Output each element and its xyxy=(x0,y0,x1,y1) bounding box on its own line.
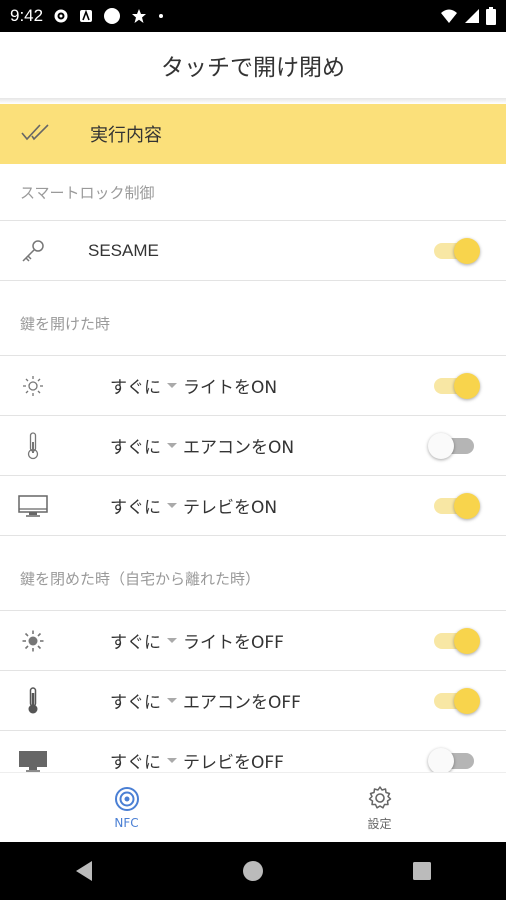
toggle-knob xyxy=(454,687,480,714)
recents-icon[interactable] xyxy=(412,861,432,881)
status-notification-icons xyxy=(53,7,165,25)
bottom-navigation: NFC 設定 xyxy=(0,772,506,843)
device-action-label: テレビをON xyxy=(183,498,278,518)
device-action-label: エアコンをOFF xyxy=(183,693,301,713)
timing-dropdown[interactable]: すぐに ライトをOFF xyxy=(110,628,284,653)
dropdown-caret-icon xyxy=(167,503,177,508)
close-tv-toggle[interactable] xyxy=(428,747,474,772)
gear-status-icon xyxy=(54,9,68,23)
app-bar: タッチで開け閉め xyxy=(0,32,506,98)
toggle-knob xyxy=(454,492,480,519)
star-status-icon xyxy=(132,9,147,23)
toggle-knob xyxy=(454,627,480,654)
toggle-knob xyxy=(428,747,454,772)
action-header: 実行内容 xyxy=(0,104,506,164)
dot-status-icon xyxy=(159,14,164,18)
open-row-light[interactable]: すぐに ライトをON xyxy=(0,355,506,415)
close-aircon-toggle[interactable] xyxy=(434,687,480,714)
close-row-aircon[interactable]: すぐに エアコンをOFF xyxy=(0,670,506,730)
open-aircon-toggle[interactable] xyxy=(428,432,474,459)
thermometer-icon xyxy=(18,686,48,715)
smartlock-label: SESAME xyxy=(88,240,159,260)
wifi-icon xyxy=(441,9,457,23)
circle-status-icon xyxy=(104,8,121,24)
monitor-filled-icon xyxy=(18,749,48,773)
dropdown-caret-icon xyxy=(167,638,177,643)
dropdown-caret-icon xyxy=(167,383,177,388)
dropdown-caret-icon xyxy=(167,443,177,448)
smartlock-list: SESAME xyxy=(0,220,506,281)
toggle-knob xyxy=(428,432,454,459)
status-system-icons xyxy=(440,0,496,32)
section-title-on-open: 鍵を開けた時 xyxy=(20,314,111,333)
dropdown-caret-icon xyxy=(167,758,177,763)
nav-item-settings[interactable]: 設定 xyxy=(253,773,506,843)
toggle-knob xyxy=(454,237,480,264)
key-icon xyxy=(18,238,48,264)
timing-dropdown[interactable]: すぐに テレビをOFF xyxy=(110,748,284,772)
timing-label: すぐに xyxy=(110,378,161,398)
close-light-toggle[interactable] xyxy=(434,627,480,654)
section-title-smartlock: スマートロック制御 xyxy=(20,183,155,202)
close-row-tv[interactable]: すぐに テレビをOFF xyxy=(0,730,506,772)
close-row-light[interactable]: すぐに ライトをOFF xyxy=(0,610,506,670)
page-title: タッチで開け閉め xyxy=(161,55,345,81)
smartlock-row-sesame[interactable]: SESAME xyxy=(0,220,506,281)
open-row-tv[interactable]: すぐに テレビをON xyxy=(0,475,506,536)
nfc-icon xyxy=(114,787,139,811)
home-icon[interactable] xyxy=(242,860,264,882)
smartlock-toggle[interactable] xyxy=(434,237,480,264)
open-row-aircon[interactable]: すぐに エアコンをON xyxy=(0,415,506,475)
timing-dropdown[interactable]: すぐに エアコンをON xyxy=(110,433,294,458)
timing-dropdown[interactable]: すぐに ライトをON xyxy=(110,373,277,398)
timing-label: すぐに xyxy=(110,633,161,653)
timing-dropdown[interactable]: すぐに エアコンをOFF xyxy=(110,688,301,713)
timing-label: すぐに xyxy=(110,753,161,772)
open-actions-list: すぐに ライトをON すぐに エアコンをON すぐに テレビをON xyxy=(0,355,506,536)
status-time: 9:42 xyxy=(10,6,44,25)
system-navigation-bar xyxy=(0,842,506,900)
timing-label: すぐに xyxy=(110,498,161,518)
thermometer-icon xyxy=(18,431,48,460)
toggle-knob xyxy=(454,372,480,399)
section-title-on-close: 鍵を閉めた時（自宅から離れた時） xyxy=(20,569,261,588)
main-content[interactable]: 実行内容 スマートロック制御 SESAME 鍵を開けた時 すぐに ライトをON xyxy=(0,104,506,772)
device-action-label: テレビをOFF xyxy=(183,753,284,772)
a-box-icon xyxy=(80,9,93,22)
nav-label-settings: 設定 xyxy=(367,816,392,831)
open-light-toggle[interactable] xyxy=(434,372,480,399)
status-bar: 9:42 xyxy=(0,0,506,32)
sun-filled-icon xyxy=(18,629,48,653)
monitor-outline-icon xyxy=(18,494,48,518)
signal-icon xyxy=(465,9,479,23)
timing-dropdown[interactable]: すぐに テレビをON xyxy=(110,493,277,518)
open-tv-toggle[interactable] xyxy=(434,492,480,519)
device-action-label: エアコンをON xyxy=(183,438,295,458)
sun-outline-icon xyxy=(18,374,48,398)
device-action-label: ライトをON xyxy=(183,378,278,398)
dropdown-caret-icon xyxy=(167,698,177,703)
nav-item-nfc[interactable]: NFC xyxy=(0,773,253,843)
timing-label: すぐに xyxy=(110,438,161,458)
close-actions-list: すぐに ライトをOFF すぐに エアコンをOFF すぐに テレビをOFF xyxy=(0,610,506,772)
timing-label: すぐに xyxy=(110,693,161,713)
back-icon[interactable] xyxy=(74,860,94,882)
nav-label-nfc: NFC xyxy=(114,816,139,830)
double-check-icon xyxy=(20,122,58,146)
device-action-label: ライトをOFF xyxy=(183,633,284,653)
action-header-label: 実行内容 xyxy=(90,125,162,146)
gear-icon xyxy=(368,785,391,809)
battery-icon xyxy=(486,7,496,25)
